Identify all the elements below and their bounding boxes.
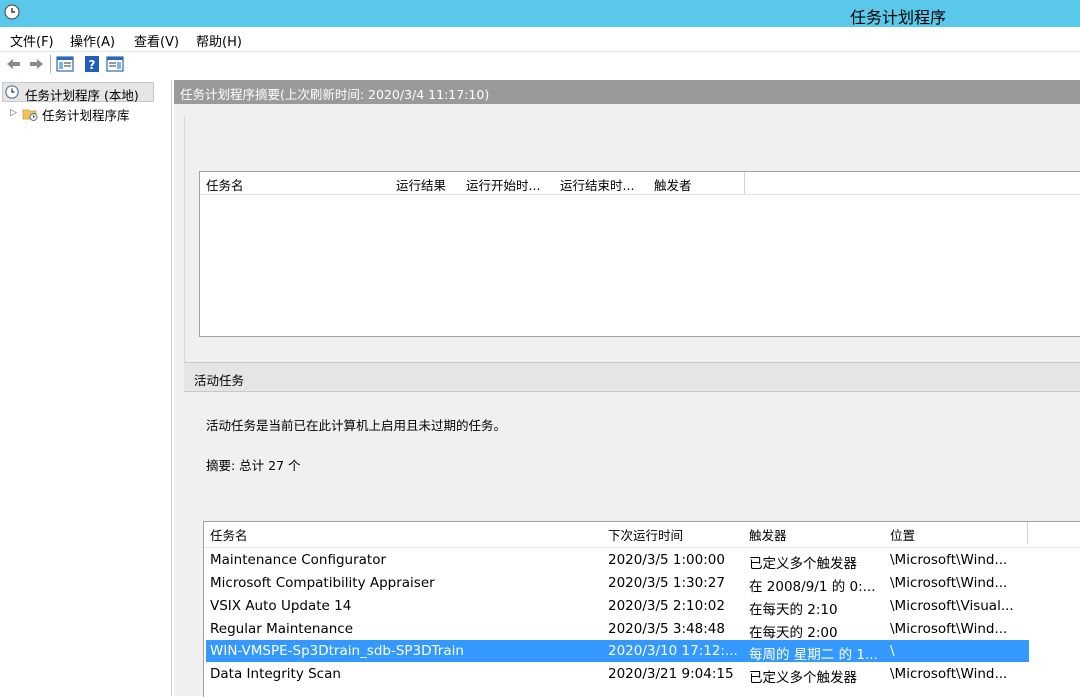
active-tasks-section-bar[interactable]: 活动任务 (184, 362, 1080, 392)
cell-trigger: 在 2008/9/1 的 0:... (749, 579, 876, 595)
column-header-trigger[interactable]: 触发器 (743, 522, 885, 544)
menu-action[interactable]: 操作(A) (70, 31, 115, 50)
column-header-next-run-time[interactable]: 下次运行时间 (602, 522, 744, 544)
cell-next-run: 2020/3/5 1:30:27 (608, 575, 725, 591)
table-row[interactable]: Maintenance Configurator 2020/3/5 1:00:0… (206, 549, 1029, 572)
summary-header: 任务计划程序摘要(上次刷新时间: 2020/3/4 11:17:10) (174, 80, 1080, 104)
tree-item-task-scheduler-local[interactable]: 任务计划程序 (本地) (2, 82, 154, 103)
cell-task-name: WIN-VMSPE-Sp3Dtrain_sdb-SP3DTrain (210, 643, 464, 659)
cell-task-name: Maintenance Configurator (210, 552, 387, 568)
summary-header-text: 任务计划程序摘要(上次刷新时间: 2020/3/4 11:17:10) (180, 87, 490, 102)
header-divider (200, 194, 1080, 195)
folder-clock-icon (22, 109, 38, 121)
cell-trigger: 已定义多个触发器 (749, 670, 857, 686)
menu-view[interactable]: 查看(V) (134, 31, 179, 50)
task-status-list[interactable]: 任务名 运行结果 运行开始时... 运行结束时... 触发者 (199, 171, 1080, 337)
header-divider (204, 547, 1080, 548)
cell-next-run: 2020/3/5 3:48:48 (608, 621, 725, 637)
cell-task-name: VSIX Auto Update 14 (210, 598, 352, 614)
cell-next-run: 2020/3/10 17:12:... (608, 643, 738, 659)
toolbar-separator (50, 55, 51, 73)
table-row[interactable]: Microsoft Compatibility Appraiser 2020/3… (206, 572, 1029, 595)
active-tasks-summary: 摘要: 总计 27 个 (206, 458, 301, 473)
cell-location: \Microsoft\Wind... (890, 621, 1008, 637)
show-action-pane-icon[interactable] (105, 54, 125, 74)
menu-file[interactable]: 文件(F) (10, 31, 54, 50)
column-header-run-start[interactable]: 运行开始时... (460, 172, 555, 194)
cell-location: \Microsoft\Wind... (890, 552, 1008, 568)
title-bar: 任务计划程序 (0, 0, 1080, 27)
help-icon[interactable]: ? (82, 54, 102, 74)
cell-task-name: Data Integrity Scan (210, 666, 341, 682)
tree-root-label: 任务计划程序 (本地) (25, 88, 139, 103)
menu-bar: 文件(F) 操作(A) 查看(V) 帮助(H) (0, 27, 1080, 52)
column-header-run-result[interactable]: 运行结果 (390, 172, 461, 194)
tree-child-label: 任务计划程序库 (42, 108, 130, 123)
menu-help[interactable]: 帮助(H) (196, 31, 242, 50)
table-row[interactable]: Regular Maintenance 2020/3/5 3:48:48 在每天… (206, 618, 1029, 641)
forward-arrow-icon[interactable] (26, 54, 46, 74)
cell-trigger: 在每天的 2:00 (749, 625, 838, 641)
cell-location: \Microsoft\Visual... (890, 598, 1014, 614)
cell-trigger: 已定义多个触发器 (749, 556, 857, 572)
table-row-selected[interactable]: WIN-VMSPE-Sp3Dtrain_sdb-SP3DTrain 2020/3… (206, 640, 1029, 663)
cell-next-run: 2020/3/5 2:10:02 (608, 598, 725, 614)
cell-next-run: 2020/3/21 9:04:15 (608, 666, 734, 682)
svg-text:?: ? (89, 58, 96, 72)
cell-task-name: Microsoft Compatibility Appraiser (210, 575, 435, 591)
column-header-run-end[interactable]: 运行结束时... (554, 172, 649, 194)
clock-icon (5, 85, 19, 99)
active-tasks-title: 活动任务 (194, 373, 245, 388)
cell-task-name: Regular Maintenance (210, 621, 354, 637)
cell-location: \Microsoft\Wind... (890, 666, 1008, 682)
table-row[interactable]: VSIX Auto Update 14 2020/3/5 2:10:02 在每天… (206, 595, 1029, 618)
window-title: 任务计划程序 (850, 8, 947, 27)
back-arrow-icon[interactable] (4, 54, 24, 74)
column-header-task-name[interactable]: 任务名 (204, 522, 603, 544)
column-header-location[interactable]: 位置 (884, 522, 1028, 544)
clock-icon (4, 4, 20, 20)
active-tasks-description: 活动任务是当前已在此计算机上启用且未过期的任务。 (206, 418, 507, 433)
tree-item-task-scheduler-library[interactable]: ▷ 任务计划程序库 (8, 105, 168, 123)
scroll-strip (174, 104, 1080, 116)
cell-next-run: 2020/3/5 1:00:00 (608, 552, 725, 568)
cell-location: \ (890, 643, 895, 659)
console-tree: 任务计划程序 (本地) ▷ 任务计划程序库 (0, 80, 172, 696)
main-pane: 任务计划程序摘要(上次刷新时间: 2020/3/4 11:17:10) 任务名 … (174, 80, 1080, 697)
column-header-task-name[interactable]: 任务名 (200, 172, 391, 194)
toolbar: ? (0, 52, 1080, 76)
cell-trigger: 在每天的 2:10 (749, 602, 838, 618)
cell-location: \Microsoft\Wind... (890, 575, 1008, 591)
table-row[interactable]: Data Integrity Scan 2020/3/21 9:04:15 已定… (206, 663, 1029, 686)
cell-trigger: 每周的 星期二 的 1... (749, 647, 878, 663)
expand-arrow-icon[interactable]: ▷ (10, 107, 17, 118)
column-header-triggered-by[interactable]: 触发者 (648, 172, 745, 194)
active-tasks-list[interactable]: 任务名 下次运行时间 触发器 位置 Maintenance Configurat… (203, 521, 1080, 697)
show-hide-console-tree-icon[interactable] (55, 54, 75, 74)
